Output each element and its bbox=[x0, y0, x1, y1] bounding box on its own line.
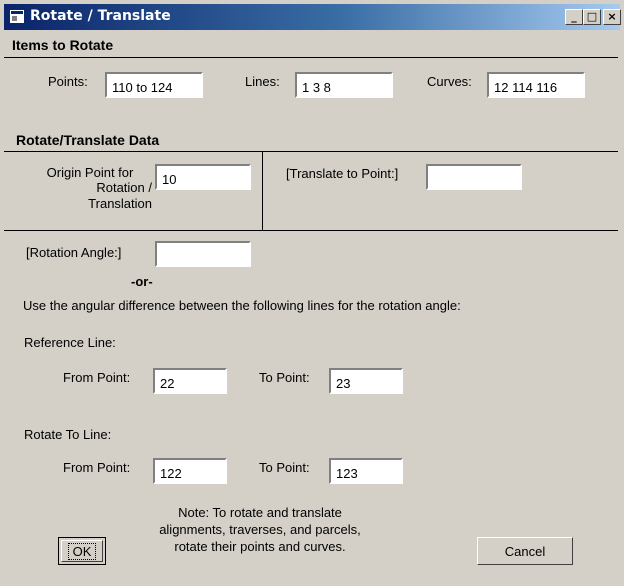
translate-to-point-input[interactable] bbox=[426, 164, 522, 190]
origin-point-input[interactable]: 10 bbox=[155, 164, 251, 190]
translate-to-point-label: [Translate to Point:] bbox=[286, 166, 399, 181]
minimize-icon: _ bbox=[571, 10, 577, 23]
maximize-button[interactable]: □ bbox=[583, 9, 601, 25]
note-line3: rotate their points and curves. bbox=[174, 539, 346, 554]
origin-label-line1: Origin Point for bbox=[46, 165, 134, 180]
window-title: Rotate / Translate bbox=[30, 8, 171, 24]
cancel-button[interactable]: Cancel bbox=[477, 537, 573, 565]
divider bbox=[262, 151, 263, 231]
origin-label-line3: Translation bbox=[88, 196, 152, 211]
curves-label: Curves: bbox=[427, 74, 472, 89]
rotation-angle-input[interactable] bbox=[155, 241, 251, 267]
window-icon bbox=[10, 10, 24, 23]
points-input[interactable]: 110 to 124 bbox=[105, 72, 203, 98]
divider bbox=[4, 57, 618, 58]
divider bbox=[4, 151, 618, 152]
reference-line-label: Reference Line: bbox=[24, 335, 116, 350]
or-separator: -or- bbox=[131, 274, 153, 289]
rotate-to-point-input[interactable]: 123 bbox=[329, 458, 403, 484]
close-icon: × bbox=[607, 10, 617, 23]
points-label: Points: bbox=[48, 74, 88, 89]
reference-from-point-input[interactable]: 22 bbox=[153, 368, 227, 394]
rotate-from-point-label: From Point: bbox=[63, 460, 131, 475]
reference-to-point-label: To Point: bbox=[259, 370, 310, 385]
maximize-icon: □ bbox=[586, 10, 598, 23]
note-line1: Note: To rotate and translate bbox=[178, 505, 342, 520]
note-line2: alignments, traverses, and parcels, bbox=[159, 522, 361, 537]
instructions-text: Use the angular difference between the f… bbox=[23, 298, 461, 313]
reference-to-point-input[interactable]: 23 bbox=[329, 368, 403, 394]
lines-label: Lines: bbox=[245, 74, 280, 89]
ok-button[interactable]: OK bbox=[58, 537, 106, 565]
divider bbox=[4, 230, 618, 231]
items-to-rotate-heading: Items to Rotate bbox=[12, 37, 114, 53]
lines-input[interactable]: 1 3 8 bbox=[295, 72, 393, 98]
origin-label-line2: Rotation / bbox=[96, 180, 152, 195]
close-button[interactable]: × bbox=[603, 9, 621, 25]
title-bar[interactable]: Rotate / Translate _ □ × bbox=[4, 4, 621, 30]
dialog-window: Rotate / Translate _ □ × Items to Rotate… bbox=[0, 0, 624, 586]
minimize-button[interactable]: _ bbox=[565, 9, 583, 25]
ok-button-face: OK bbox=[61, 540, 103, 562]
rotate-from-point-input[interactable]: 122 bbox=[153, 458, 227, 484]
reference-from-point-label: From Point: bbox=[63, 370, 131, 385]
rotate-to-line-label: Rotate To Line: bbox=[24, 427, 112, 442]
rotate-translate-data-heading: Rotate/Translate Data bbox=[16, 132, 160, 148]
rotate-to-point-label: To Point: bbox=[259, 460, 310, 475]
curves-input[interactable]: 12 114 116 bbox=[487, 72, 585, 98]
cancel-button-label: Cancel bbox=[504, 544, 546, 559]
ok-button-label: OK bbox=[67, 543, 97, 560]
rotation-angle-label: [Rotation Angle:] bbox=[26, 245, 122, 260]
